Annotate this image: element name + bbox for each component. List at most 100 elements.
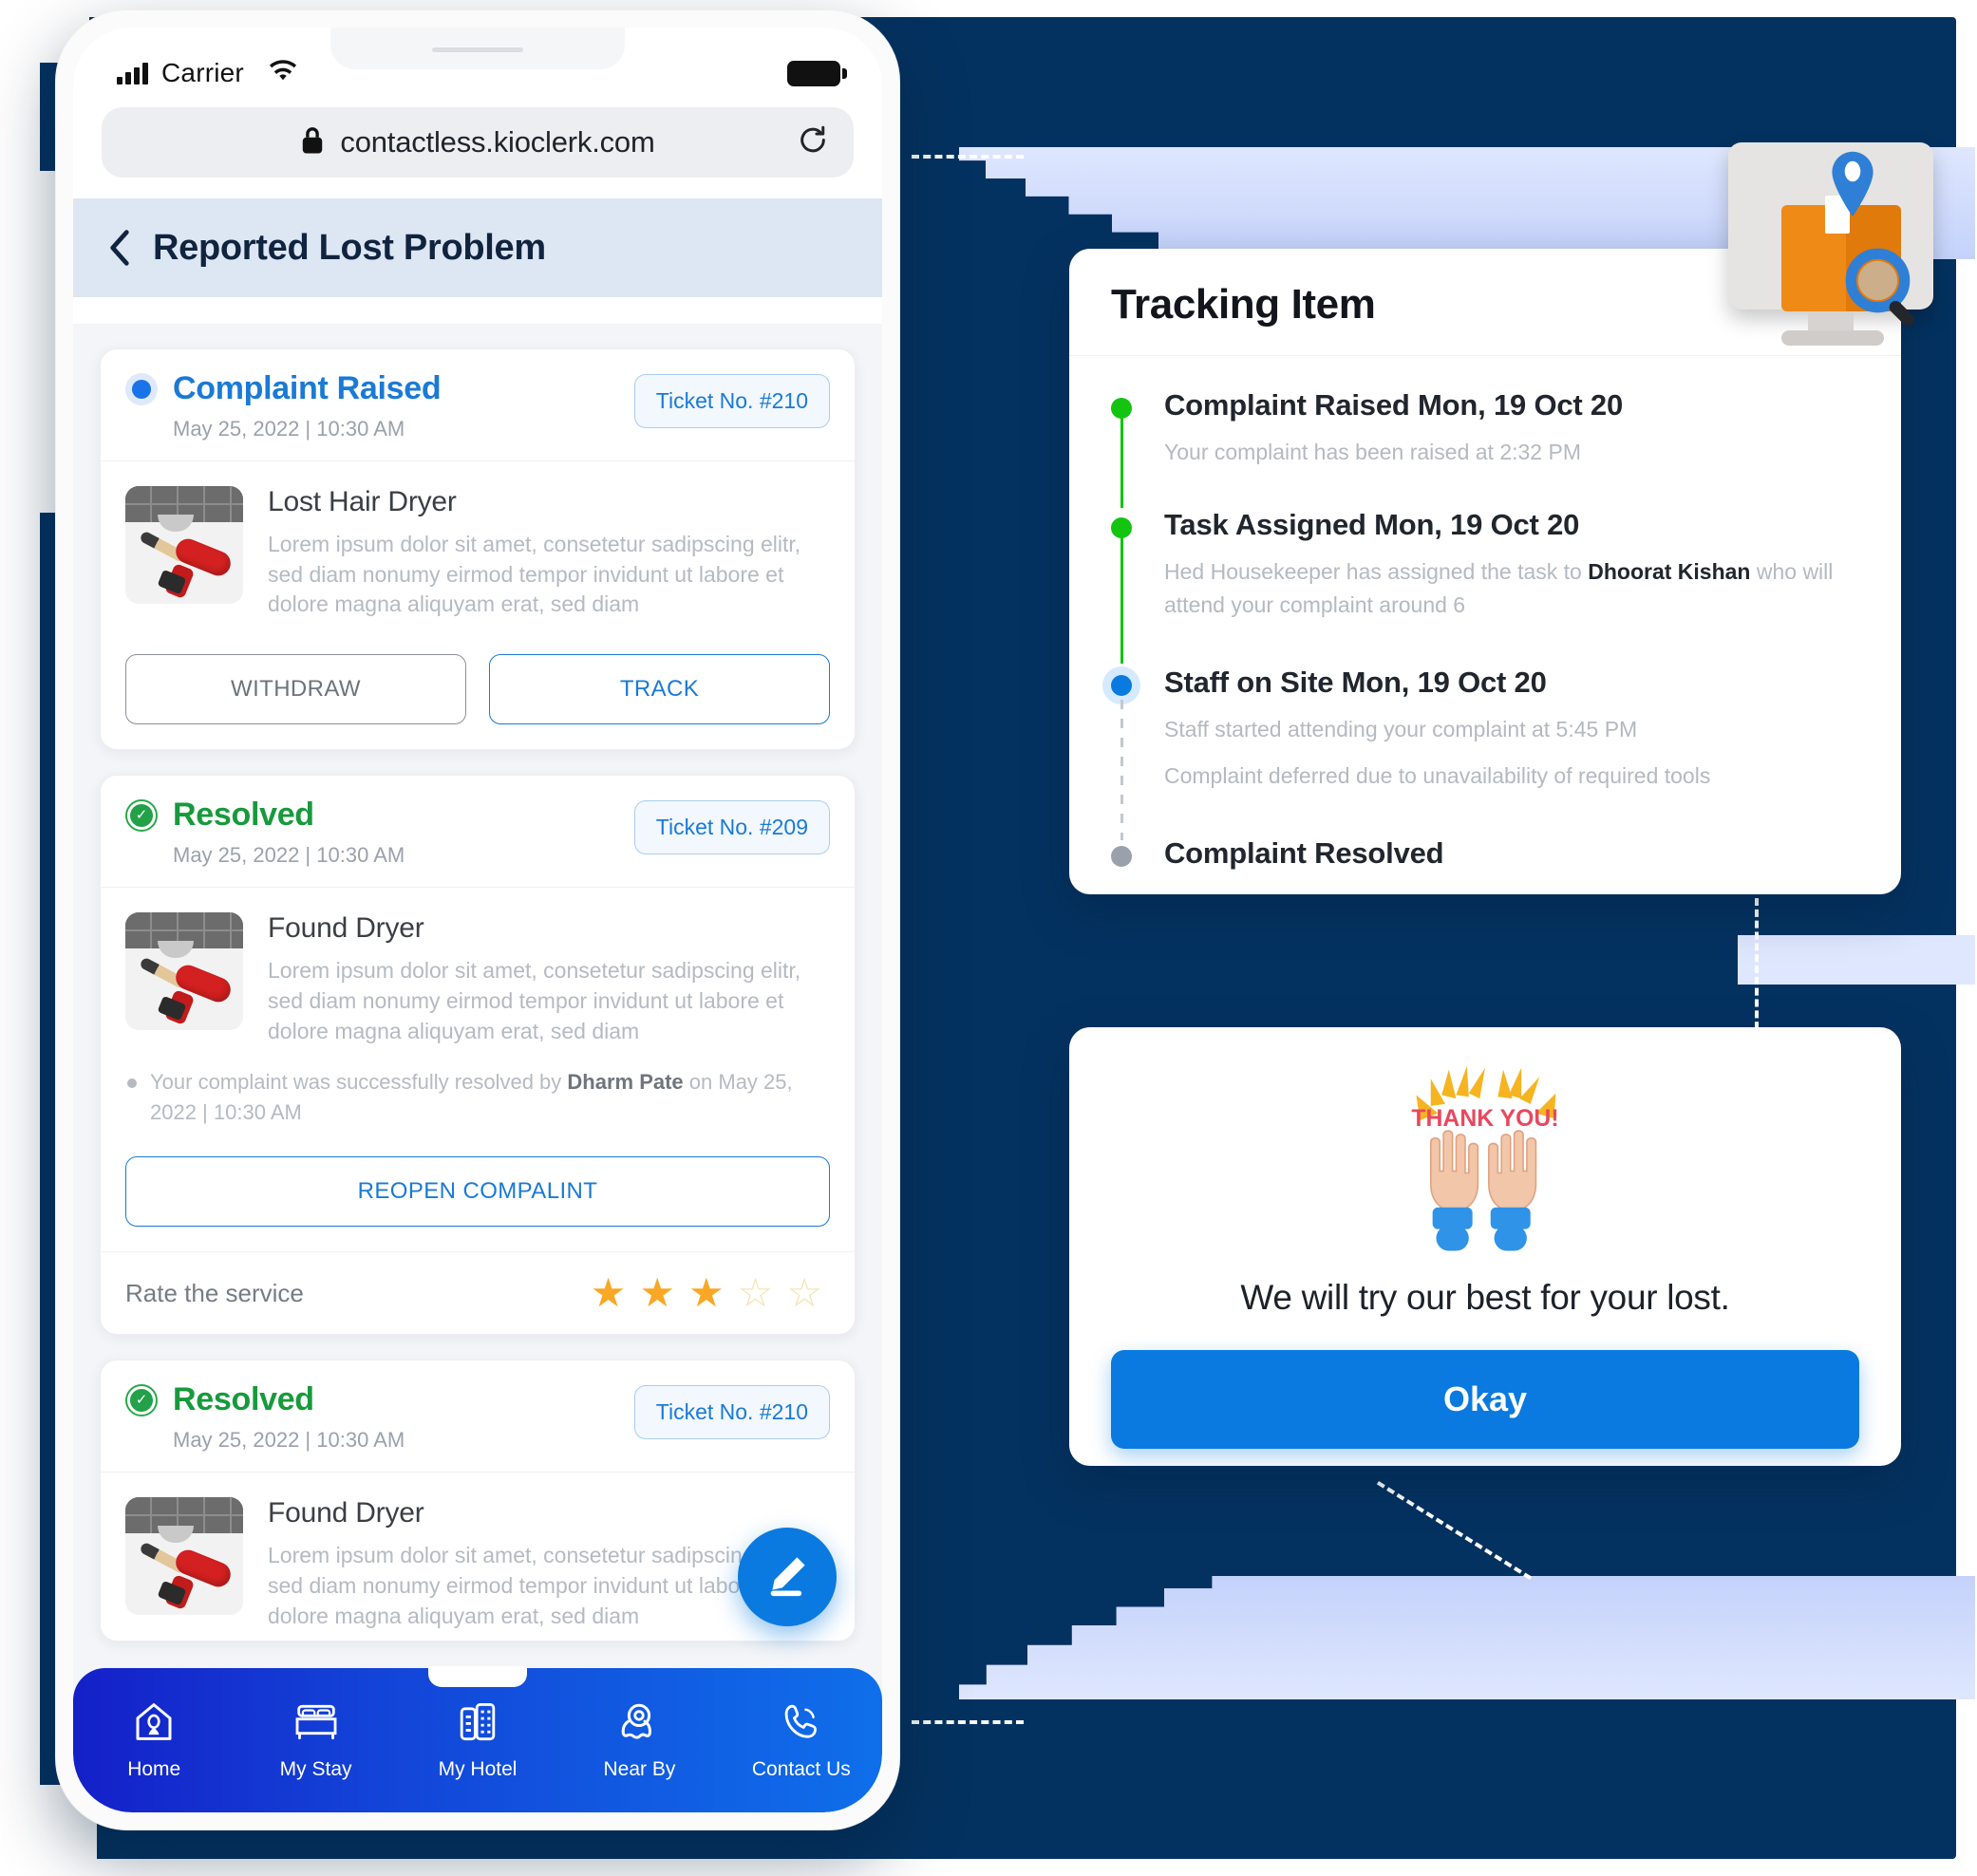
nav-item-near-by[interactable]: Near By [558, 1700, 720, 1781]
status-badge: Resolved [173, 1381, 314, 1418]
nav-label: My Hotel [438, 1757, 518, 1780]
star-icon[interactable]: ☆ [786, 1273, 822, 1313]
location-pin-icon [617, 1700, 661, 1749]
nav-label: My Stay [279, 1757, 352, 1780]
status-bar: Carrier [73, 28, 882, 105]
timeline-step-title: Task Assigned Mon, 19 Oct 20 [1164, 508, 1580, 541]
item-description: Lorem ipsum dolor sit amet, consetetur s… [268, 958, 801, 1043]
withdraw-button[interactable]: WITHDRAW [125, 654, 466, 725]
timeline-marker-complete-icon [1111, 398, 1132, 419]
check-circle-icon: ✓ [125, 1383, 158, 1416]
card-item: Found Dryer Lorem ipsum dolor sit amet, … [101, 888, 855, 1056]
connector-dash-right [1755, 898, 1759, 1041]
bullet-icon [127, 1079, 137, 1089]
timeline-connector [1120, 700, 1123, 840]
signal-bars-icon [117, 62, 148, 84]
carrier-label: Carrier [161, 58, 244, 87]
new-complaint-fab[interactable] [738, 1528, 837, 1626]
card-header: Complaint Raised May 25, 2022 | 10:30 AM… [101, 349, 855, 461]
item-thumbnail [125, 912, 243, 1031]
battery-full-icon [787, 60, 847, 86]
address-bar[interactable]: contactless.kioclerk.com [102, 107, 854, 178]
timeline-step-detail: Staff started attending your complaint a… [1164, 717, 1638, 741]
thank-you-art-text: THANK YOU! [1411, 1106, 1558, 1132]
item-title: Found Dryer [268, 912, 424, 945]
item-thumbnail [125, 486, 243, 604]
resolution-note-pre: Your complaint was successfully resolved… [150, 1070, 568, 1095]
timeline-marker-active-icon [1111, 675, 1132, 696]
tracking-timeline: Complaint Raised Mon, 19 Oct 20 Your com… [1069, 356, 1901, 899]
item-title: Found Dryer [268, 1497, 424, 1529]
card-actions: REOPEN COMPALINT [101, 1132, 855, 1251]
rate-label: Rate the service [125, 1278, 304, 1307]
timeline-step: Complaint Resolved [1111, 836, 1859, 871]
app-header: Reported Lost Problem [73, 198, 882, 297]
complaint-card[interactable]: ✓ Resolved May 25, 2022 | 10:30 AM Ticke… [100, 775, 856, 1336]
okay-button[interactable]: Okay [1111, 1350, 1859, 1449]
item-title: Lost Hair Dryer [268, 486, 457, 517]
package-tracking-icon [1728, 142, 1964, 361]
track-button[interactable]: TRACK [489, 654, 830, 725]
resolution-note: Your complaint was successfully resolved… [101, 1056, 855, 1132]
phone-mockup: Carrier contactless.kioclerk.com Reporte… [55, 9, 900, 1830]
edit-pencil-icon [763, 1550, 812, 1604]
nav-item-my-hotel[interactable]: My Hotel [397, 1700, 558, 1781]
thank-you-message: We will try our best for your lost. [1240, 1278, 1730, 1317]
timeline-step-detail: Hed Housekeeper has assigned the task to… [1164, 555, 1859, 621]
item-description: Lorem ipsum dolor sit amet, consetetur s… [268, 532, 801, 617]
phone-icon [781, 1700, 822, 1749]
assign-text-pre: Hed Housekeeper has assigned the task to [1164, 559, 1589, 584]
complaint-card[interactable]: ✓ Resolved May 25, 2022 | 10:30 AM Ticke… [100, 1360, 856, 1642]
rating-row: Rate the service ★ ★ ★ ☆ ☆ [101, 1251, 855, 1334]
complaint-list[interactable]: Complaint Raised May 25, 2022 | 10:30 AM… [73, 324, 882, 1812]
nav-item-home[interactable]: Home [73, 1700, 235, 1781]
chevron-left-icon[interactable] [107, 229, 132, 267]
screenshot-root: Carrier contactless.kioclerk.com Reporte… [0, 0, 1977, 1876]
phone-screen: Carrier contactless.kioclerk.com Reporte… [73, 28, 882, 1812]
card-item: Lost Hair Dryer Lorem ipsum dolor sit am… [101, 461, 855, 629]
ticket-number-badge: Ticket No. #209 [633, 800, 830, 855]
reopen-complaint-button[interactable]: REOPEN COMPALINT [125, 1156, 830, 1228]
resolver-name: Dharm Pate [567, 1070, 684, 1095]
timeline-marker-pending-icon [1111, 846, 1132, 867]
timeline-step: Complaint Raised Mon, 19 Oct 20 Your com… [1111, 388, 1859, 508]
timeline-marker-complete-icon [1111, 517, 1132, 538]
star-rating[interactable]: ★ ★ ★ ☆ ☆ [591, 1273, 822, 1313]
check-circle-icon: ✓ [125, 798, 158, 832]
navy-cut-left [0, 171, 57, 513]
browser-chrome: contactless.kioclerk.com [73, 105, 882, 198]
star-icon[interactable]: ★ [591, 1273, 627, 1313]
buildings-icon [457, 1700, 499, 1749]
nav-item-my-stay[interactable]: My Stay [235, 1700, 396, 1781]
card-header: ✓ Resolved May 25, 2022 | 10:30 AM Ticke… [101, 776, 855, 889]
home-pin-icon [132, 1700, 176, 1749]
ticket-number-badge: Ticket No. #210 [633, 374, 830, 428]
star-icon[interactable]: ★ [688, 1273, 725, 1313]
thank-you-panel: THANK YOU! We will try our best for your… [1069, 1027, 1901, 1466]
timeline-connector [1120, 417, 1123, 508]
timeline-step-detail: Complaint deferred due to unavailability… [1164, 762, 1711, 788]
nav-item-contact-us[interactable]: Contact Us [721, 1700, 882, 1781]
timeline-step: Task Assigned Mon, 19 Oct 20 Hed Houseke… [1111, 508, 1859, 664]
raising-hands-thank-you-icon: THANK YOU! [1111, 1060, 1859, 1265]
connector-dash-bottom [912, 1720, 1024, 1724]
timeline-step-title: Complaint Raised Mon, 19 Oct 20 [1164, 388, 1624, 422]
lock-icon [300, 125, 325, 160]
nav-label: Contact Us [751, 1757, 851, 1780]
wifi-icon [267, 59, 299, 88]
timeline-step-title: Complaint Resolved [1164, 836, 1444, 870]
nav-label: Near By [603, 1757, 676, 1780]
assignee-name: Dhoorat Kishan [1588, 559, 1751, 584]
connector-dash-top [912, 155, 1024, 159]
nav-notch [428, 1666, 527, 1687]
reload-icon[interactable] [797, 124, 829, 161]
bottom-navigation[interactable]: Home My Stay My Hotel Near By Contact Us [73, 1666, 882, 1812]
complaint-card[interactable]: Complaint Raised May 25, 2022 | 10:30 AM… [100, 348, 856, 751]
bed-icon [292, 1700, 340, 1749]
status-dot-icon [125, 372, 158, 405]
phone-notch [330, 28, 625, 69]
url-text: contactless.kioclerk.com [340, 125, 655, 159]
star-icon[interactable]: ☆ [738, 1273, 774, 1313]
star-icon[interactable]: ★ [639, 1273, 675, 1313]
page-title: Reported Lost Problem [153, 227, 546, 268]
